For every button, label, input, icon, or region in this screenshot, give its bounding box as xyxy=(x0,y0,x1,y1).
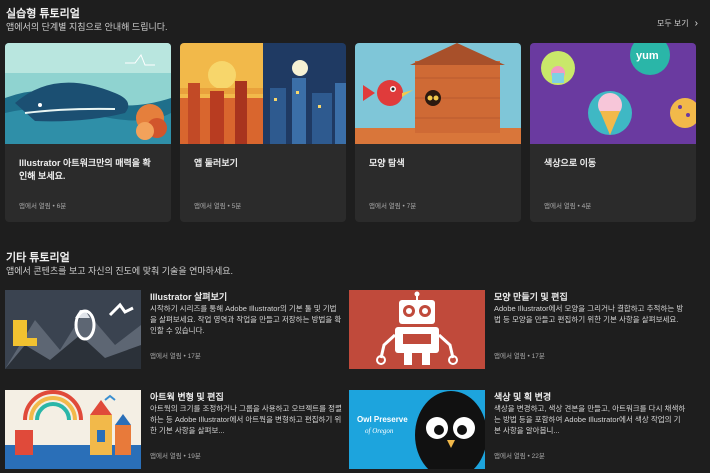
item-title: 모양 만들기 및 편집 xyxy=(494,292,568,302)
tutorial-card-shapes[interactable]: 모양 탐색 앱에서 열림 • 7분 xyxy=(355,43,521,222)
card-meta: 앱에서 열림 • 5분 xyxy=(194,203,242,210)
card-meta: 앱에서 열림 • 7분 xyxy=(369,203,417,210)
item-description: 아트웍의 크기를 조정하거나 그룹을 사용하고 오브젝트를 정렬하는 등 Ado… xyxy=(150,404,342,435)
item-description: Adobe Illustrator에서 모양을 그리거나 결합하고 추적하는 방… xyxy=(494,304,684,324)
other-section-subtitle: 앱에서 콘텐츠를 보고 자신의 진도에 맞춰 기술을 연마하세요. xyxy=(6,266,234,276)
card-title: 앱 둘러보기 xyxy=(194,158,238,168)
item-title: 색상 및 획 변경 xyxy=(494,392,552,402)
owl-text-line-1: Owl Preserve xyxy=(357,415,408,424)
item-description: 시작하기 시리즈를 통해 Adobe Illustrator의 기본 툴 및 기… xyxy=(150,304,342,335)
tutorial-item-color-stroke[interactable]: Owl Preserve of Oregon 색상 및 획 변경 색상을 변경하… xyxy=(349,390,694,469)
birdhouse-thumbnail xyxy=(355,43,521,144)
item-meta: 앱에서 열림 • 17분 xyxy=(150,353,201,360)
card-meta: 앱에서 열림 • 4분 xyxy=(544,203,592,210)
see-all-link[interactable]: 모두 보기 › xyxy=(657,18,698,29)
city-thumbnail xyxy=(180,43,346,144)
card-title: Illustrator 아트워크만의 매력을 확인해 보세요. xyxy=(19,158,151,181)
tutorial-item-explore[interactable]: Illustrator 살펴보기 시작하기 시리즈를 통해 Adobe Illu… xyxy=(5,290,350,369)
hands-on-section-subtitle: 앱에서의 단계별 지침으로 안내해 드립니다. xyxy=(6,22,168,32)
item-description: 색상을 변경하고, 색상 견본을 만들고, 아트워크를 다시 채색하는 방법 등… xyxy=(494,404,686,435)
chevron-right-icon: › xyxy=(694,18,698,29)
tutorial-item-shapes[interactable]: 모양 만들기 및 편집 Adobe Illustrator에서 모양을 그리거나… xyxy=(349,290,694,369)
item-title: Illustrator 살펴보기 xyxy=(150,292,228,302)
whale-thumbnail xyxy=(5,43,171,144)
card-title: 색상으로 이동 xyxy=(544,158,597,168)
mountain-thumbnail xyxy=(5,290,141,369)
tutorial-item-transform[interactable]: 아트웍 변형 및 편집 아트웍의 크기를 조정하거나 그룹을 사용하고 오브젝트… xyxy=(5,390,350,469)
robot-thumbnail xyxy=(349,290,485,369)
owl-thumbnail: Owl Preserve of Oregon xyxy=(349,390,485,469)
item-title: 아트웍 변형 및 편집 xyxy=(150,392,224,402)
card-meta: 앱에서 열림 • 6분 xyxy=(19,203,67,210)
ice-cream-thumbnail: yum xyxy=(530,43,696,144)
tutorial-card-color[interactable]: yum 색상으로 이동 앱에서 열림 • 4분 xyxy=(530,43,696,222)
see-all-label: 모두 보기 xyxy=(656,19,689,28)
other-section-title: 기타 튜토리얼 xyxy=(6,252,70,264)
owl-text-line-2: of Oregon xyxy=(365,427,394,435)
castle-thumbnail xyxy=(5,390,141,469)
item-meta: 앱에서 열림 • 22분 xyxy=(494,453,545,460)
tutorial-card-artwork[interactable]: Illustrator 아트워크만의 매력을 확인해 보세요. 앱에서 열림 •… xyxy=(5,43,171,222)
card-title: 모양 탐색 xyxy=(369,158,405,168)
item-meta: 앱에서 열림 • 17분 xyxy=(494,353,545,360)
item-meta: 앱에서 열림 • 19분 xyxy=(150,453,201,460)
hands-on-section-title: 실습형 튜토리얼 xyxy=(6,8,80,20)
yum-text: yum xyxy=(636,50,659,62)
tutorial-card-tour[interactable]: 앱 둘러보기 앱에서 열림 • 5분 xyxy=(180,43,346,222)
